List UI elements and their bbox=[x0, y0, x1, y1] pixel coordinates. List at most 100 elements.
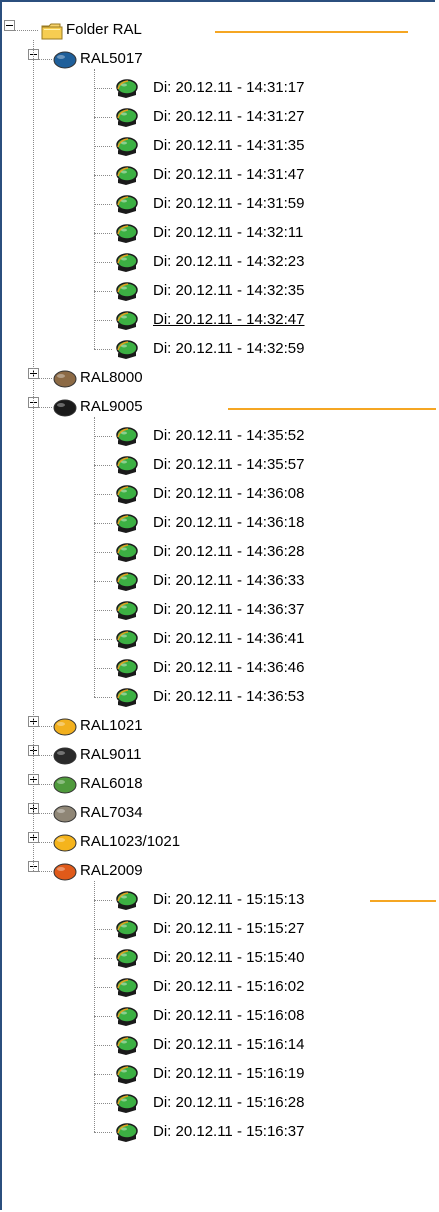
tree-connector-line bbox=[94, 639, 112, 640]
tree-connector-line bbox=[94, 668, 112, 669]
color-swatch-icon bbox=[53, 718, 77, 736]
measurement-icon bbox=[116, 601, 138, 620]
measurement-item[interactable]: Di: 20.12.11 - 14:32:59 bbox=[153, 340, 305, 358]
folder-icon bbox=[41, 23, 63, 40]
measurement-item[interactable]: Di: 20.12.11 - 14:35:52 bbox=[153, 427, 305, 445]
tree-connector-line bbox=[94, 69, 95, 349]
measurement-icon bbox=[116, 311, 138, 330]
tree-connector-line bbox=[94, 204, 112, 205]
color-swatch-icon bbox=[53, 776, 77, 794]
measurement-item[interactable]: Di: 20.12.11 - 14:32:47 bbox=[153, 311, 305, 329]
group-label-ral5017[interactable]: RAL5017 bbox=[80, 50, 143, 68]
measurement-item[interactable]: Di: 20.12.11 - 14:36:33 bbox=[153, 572, 305, 590]
measurement-item[interactable]: Di: 20.12.11 - 14:31:47 bbox=[153, 166, 305, 184]
measurement-item[interactable]: Di: 20.12.11 - 14:36:28 bbox=[153, 543, 305, 561]
measurement-item[interactable]: Di: 20.12.11 - 15:16:14 bbox=[153, 1036, 305, 1054]
tree-connector-line bbox=[94, 1074, 112, 1075]
tree-connector-line bbox=[94, 320, 112, 321]
measurement-item[interactable]: Di: 20.12.11 - 14:36:37 bbox=[153, 601, 305, 619]
measurement-icon bbox=[116, 340, 138, 359]
measurement-icon bbox=[116, 630, 138, 649]
measurement-item[interactable]: Di: 20.12.11 - 15:15:40 bbox=[153, 949, 305, 967]
measurement-item[interactable]: Di: 20.12.11 - 14:36:41 bbox=[153, 630, 305, 648]
measurement-item[interactable]: Di: 20.12.11 - 14:31:17 bbox=[153, 79, 305, 97]
measurement-item[interactable]: Di: 20.12.11 - 14:36:46 bbox=[153, 659, 305, 677]
measurement-item[interactable]: Di: 20.12.11 - 15:15:27 bbox=[153, 920, 305, 938]
measurement-icon bbox=[116, 485, 138, 504]
tree-connector-line bbox=[94, 523, 112, 524]
measurement-icon bbox=[116, 978, 138, 997]
measurement-item[interactable]: Di: 20.12.11 - 15:16:19 bbox=[153, 1065, 305, 1083]
color-swatch-icon bbox=[53, 747, 77, 765]
measurement-icon bbox=[116, 659, 138, 678]
color-swatch-icon bbox=[53, 370, 77, 388]
tree-connector-line bbox=[94, 262, 112, 263]
measurement-item[interactable]: Di: 20.12.11 - 14:32:11 bbox=[153, 224, 303, 242]
measurement-icon bbox=[116, 108, 138, 127]
measurement-item[interactable]: Di: 20.12.11 - 14:31:35 bbox=[153, 137, 305, 155]
measurement-icon bbox=[116, 1123, 138, 1142]
measurement-icon bbox=[116, 1036, 138, 1055]
group-label-ral8000[interactable]: RAL8000 bbox=[80, 369, 143, 387]
tree-connector-line bbox=[94, 1016, 112, 1017]
group-label-ral6018[interactable]: RAL6018 bbox=[80, 775, 143, 793]
measurement-icon bbox=[116, 253, 138, 272]
group-label-ral1021[interactable]: RAL1021 bbox=[80, 717, 143, 735]
measurement-icon bbox=[116, 195, 138, 214]
tree-connector-line bbox=[38, 378, 52, 379]
annotation-marker bbox=[228, 408, 436, 410]
color-swatch-icon bbox=[53, 863, 77, 881]
tree-connector-line bbox=[94, 88, 112, 89]
measurement-icon bbox=[116, 514, 138, 533]
tree-connector-line bbox=[94, 417, 95, 697]
tree-connector-line bbox=[94, 610, 112, 611]
measurement-item[interactable]: Di: 20.12.11 - 14:36:18 bbox=[153, 514, 305, 532]
group-label-ral1023-1021[interactable]: RAL1023/1021 bbox=[80, 833, 180, 851]
measurement-item[interactable]: Di: 20.12.11 - 14:36:53 bbox=[153, 688, 305, 706]
tree-connector-line bbox=[94, 552, 112, 553]
tree-connector-line bbox=[94, 117, 112, 118]
measurement-icon bbox=[116, 891, 138, 910]
measurement-icon bbox=[116, 572, 138, 591]
measurement-item[interactable]: Di: 20.12.11 - 14:35:57 bbox=[153, 456, 305, 474]
tree-connector-line bbox=[38, 407, 52, 408]
measurement-icon bbox=[116, 456, 138, 475]
measurement-icon bbox=[116, 920, 138, 939]
measurement-item[interactable]: Di: 20.12.11 - 14:32:35 bbox=[153, 282, 305, 300]
tree-connector-line bbox=[94, 929, 112, 930]
measurement-item[interactable]: Di: 20.12.11 - 15:16:28 bbox=[153, 1094, 305, 1112]
measurement-item[interactable]: Di: 20.12.11 - 14:31:59 bbox=[153, 195, 305, 213]
tree-connector-line bbox=[38, 726, 52, 727]
measurement-item[interactable]: Di: 20.12.11 - 14:31:27 bbox=[153, 108, 305, 126]
tree-connector-line bbox=[38, 755, 52, 756]
tree-connector-line bbox=[38, 871, 52, 872]
measurement-icon bbox=[116, 543, 138, 562]
tree-connector-line bbox=[94, 349, 112, 350]
tree-connector-line bbox=[94, 465, 112, 466]
group-label-ral7034[interactable]: RAL7034 bbox=[80, 804, 143, 822]
tree-connector-line bbox=[94, 175, 112, 176]
group-label-ral9005[interactable]: RAL9005 bbox=[80, 398, 143, 416]
measurement-item[interactable]: Di: 20.12.11 - 15:15:13 bbox=[153, 891, 305, 909]
tree-connector-line bbox=[94, 1132, 112, 1133]
tree-connector-line bbox=[94, 881, 95, 1132]
measurement-item[interactable]: Di: 20.12.11 - 15:16:37 bbox=[153, 1123, 305, 1141]
measurement-icon bbox=[116, 949, 138, 968]
measurement-icon bbox=[116, 137, 138, 156]
tree-connector-line bbox=[94, 958, 112, 959]
measurement-item[interactable]: Di: 20.12.11 - 15:16:08 bbox=[153, 1007, 305, 1025]
measurement-icon bbox=[116, 166, 138, 185]
tree-connector-line bbox=[38, 784, 52, 785]
tree-connector-line bbox=[94, 436, 112, 437]
root-folder-label[interactable]: Folder RAL bbox=[66, 21, 142, 39]
measurement-item[interactable]: Di: 20.12.11 - 15:16:02 bbox=[153, 978, 305, 996]
tree-connector-line bbox=[94, 900, 112, 901]
measurement-icon bbox=[116, 79, 138, 98]
measurement-icon bbox=[116, 1007, 138, 1026]
group-label-ral2009[interactable]: RAL2009 bbox=[80, 862, 143, 880]
group-label-ral9011[interactable]: RAL9011 bbox=[80, 746, 141, 764]
measurement-item[interactable]: Di: 20.12.11 - 14:36:08 bbox=[153, 485, 305, 503]
color-swatch-icon bbox=[53, 805, 77, 823]
tree-connector-line bbox=[14, 30, 38, 31]
measurement-item[interactable]: Di: 20.12.11 - 14:32:23 bbox=[153, 253, 305, 271]
